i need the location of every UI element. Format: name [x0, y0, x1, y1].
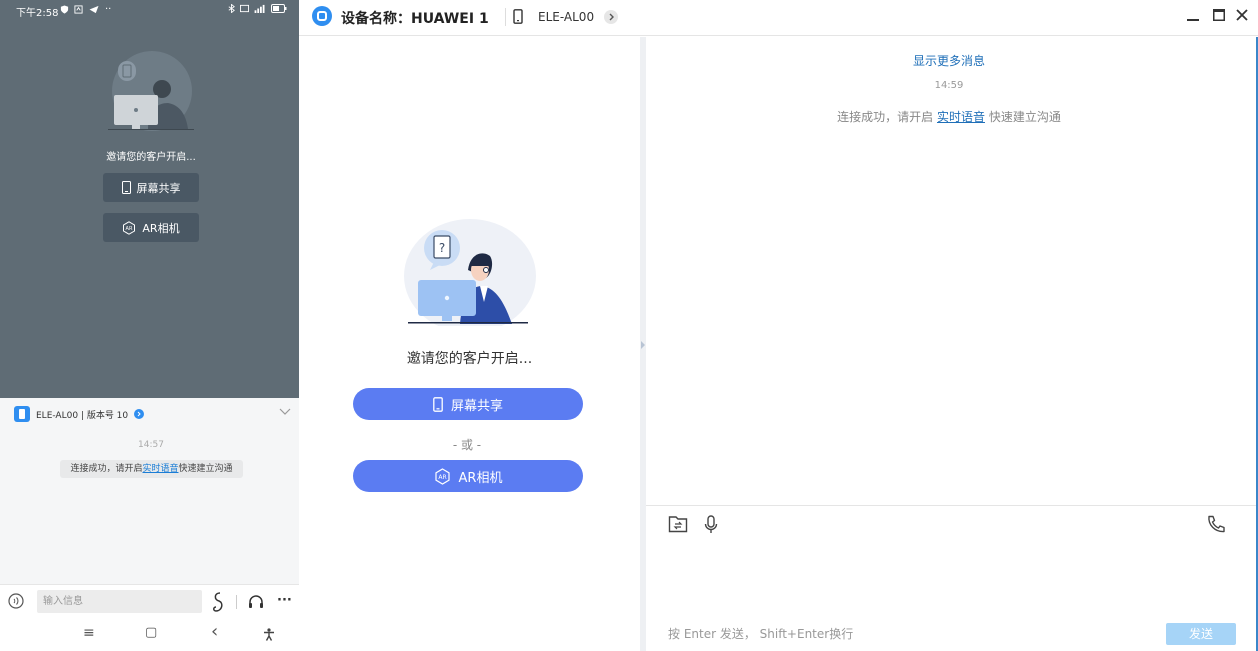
mobile-icon	[433, 396, 443, 412]
agent-illustration: ?	[404, 219, 536, 326]
chevron-down-icon[interactable]	[279, 408, 291, 416]
maximize-button[interactable]	[1210, 6, 1228, 24]
app-logo-icon	[312, 6, 332, 26]
system-message: 连接成功，请开启 实时语音 快速建立沟通	[837, 110, 1061, 124]
invite-text: 邀请您的客户开启...	[406, 351, 533, 367]
ar-icon: AR	[123, 220, 136, 235]
phone-more-button[interactable]: ···	[277, 593, 292, 608]
hd-icon	[240, 4, 249, 13]
phone-chat-time: 14:57	[138, 440, 164, 450]
phone-realtime-voice-link[interactable]: 实时语音	[142, 464, 178, 474]
shield-icon	[60, 5, 69, 14]
minimize-icon	[1187, 19, 1199, 21]
more-status-dots: ··	[105, 4, 112, 15]
maximize-icon	[1213, 9, 1225, 21]
phone-ar-camera-label: AR相机	[142, 221, 180, 235]
send-icon	[89, 5, 99, 14]
gesture-icon[interactable]	[210, 591, 226, 613]
phone-status-time: 下午2:58	[16, 8, 59, 19]
screen-share-button[interactable]: 屏幕共享	[353, 388, 583, 420]
device-model-label: ELE-AL00	[538, 10, 595, 24]
battery-icon	[271, 4, 287, 13]
app-badge-icon	[14, 406, 30, 422]
info-icon[interactable]	[134, 409, 145, 419]
svg-text:?: ?	[439, 241, 445, 255]
phone-message-input[interactable]: 输入信息	[37, 590, 202, 613]
show-more-messages-link[interactable]: 显示更多消息	[646, 52, 1252, 69]
ar-icon: AR	[434, 467, 450, 485]
ar-camera-button[interactable]: AR AR相机	[353, 460, 583, 492]
svg-text:AR: AR	[126, 226, 133, 232]
invite-pane	[299, 37, 640, 651]
signal-icon	[254, 4, 265, 13]
nav-home-button[interactable]: ▢	[145, 625, 157, 640]
divider	[236, 595, 237, 609]
ar-camera-label: AR相机	[458, 470, 503, 486]
realtime-voice-link[interactable]: 实时语音	[937, 110, 985, 124]
phone-call-icon[interactable]	[1206, 515, 1226, 533]
file-icon[interactable]	[668, 515, 688, 533]
voice-toggle-icon[interactable]	[8, 593, 24, 609]
mic-icon[interactable]	[704, 515, 718, 534]
headset-icon[interactable]	[247, 593, 265, 611]
minimize-button[interactable]	[1184, 6, 1202, 24]
chevron-right-icon[interactable]	[604, 10, 618, 24]
phone-nav-bar: ≡ ▢ ‹	[0, 618, 299, 651]
device-name-title: 设备名称：HUAWEI 1	[341, 11, 489, 27]
close-icon	[1236, 9, 1248, 21]
close-button[interactable]	[1233, 6, 1251, 24]
phone-screen-share-label: 屏幕共享	[136, 181, 181, 195]
accessibility-icon[interactable]	[263, 628, 275, 641]
divider	[505, 8, 506, 26]
message-composer: 按 Enter 发送， Shift+Enter换行 发送	[646, 505, 1256, 651]
agent-illustration	[108, 51, 194, 131]
nav-menu-button[interactable]: ≡	[83, 625, 95, 641]
notification-icon	[74, 5, 83, 14]
svg-text:AR: AR	[438, 474, 446, 481]
phone-screen-share-button[interactable]: 屏幕共享	[103, 173, 199, 202]
nav-back-button[interactable]: ‹	[211, 621, 218, 642]
or-separator: - 或 -	[452, 438, 482, 452]
title-bar: 设备名称：HUAWEI 1 ELE-AL00	[299, 0, 1258, 36]
phone-mirror: 下午2:58 ·· 邀请您的客户开启... 屏幕共享 AR AR相机 ELE-A…	[0, 0, 299, 651]
send-button[interactable]: 发送	[1166, 623, 1236, 645]
chat-timestamp: 14:59	[934, 80, 964, 91]
screen-share-label: 屏幕共享	[450, 398, 503, 414]
chat-pane: 显示更多消息 14:59 连接成功，请开启 实时语音 快速建立沟通 按 Ente…	[646, 37, 1258, 651]
bluetooth-icon	[228, 4, 235, 13]
send-hint: 按 Enter 发送， Shift+Enter换行	[668, 627, 854, 641]
phone-status-bar: 下午2:58 ··	[0, 0, 299, 20]
phone-input-bar: 输入信息 ···	[0, 584, 299, 618]
phone-invite-text: 邀请您的客户开启...	[106, 152, 196, 163]
phone-device-info: ELE-AL00 | 版本号 10	[36, 410, 129, 421]
mobile-icon	[121, 181, 131, 194]
phone-ar-camera-button[interactable]: AR AR相机	[103, 213, 199, 242]
phone-system-message: 连接成功，请开启实时语音快速建立沟通	[60, 460, 243, 478]
phone-icon	[513, 9, 523, 24]
